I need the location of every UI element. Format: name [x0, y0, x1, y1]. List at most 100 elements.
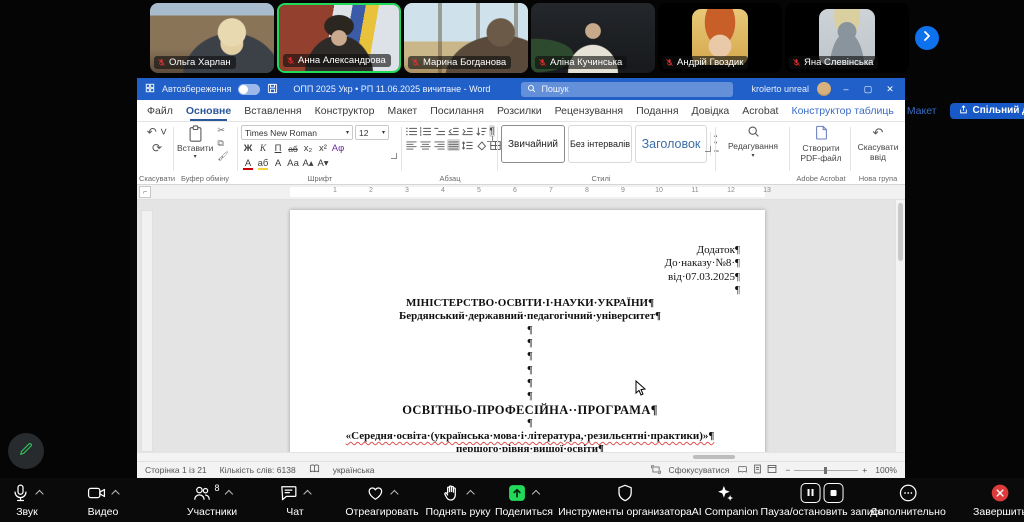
menu-tab[interactable]: Конструктор таблиць — [791, 105, 893, 117]
toolbar-item-mic[interactable]: Звук — [11, 478, 44, 522]
chevron-up-icon[interactable] — [226, 489, 233, 496]
save-icon[interactable] — [267, 83, 278, 96]
document-page[interactable]: Додаток¶ До·наказу·№8·¶ від·07.03.2025¶ ¶ МІ… — [290, 210, 765, 452]
annotate-button[interactable] — [8, 433, 44, 469]
menu-tab[interactable]: Подання — [636, 105, 678, 117]
menu-tab[interactable]: Файл — [147, 105, 173, 117]
subscript-icon[interactable]: x₂ — [301, 142, 315, 155]
style-card[interactable]: Звичайний — [501, 125, 565, 163]
align-left-icon[interactable] — [405, 139, 418, 151]
chevron-up-icon[interactable] — [392, 489, 399, 496]
close-button[interactable]: ✕ — [883, 84, 897, 95]
toolbar-item-chat[interactable]: Чат — [279, 478, 312, 522]
zoom-out-icon[interactable]: − — [785, 465, 790, 475]
toolbar-item-share-screen[interactable]: Поделиться — [495, 478, 553, 522]
language-indicator[interactable]: українська — [333, 465, 375, 475]
document-area[interactable]: Додаток¶ До·наказу·№8·¶ від·07.03.2025¶ ¶ МІ… — [137, 200, 905, 452]
align-center-icon[interactable] — [419, 139, 432, 151]
focus-label[interactable]: Сфокусуватися — [669, 465, 730, 475]
cut-icon[interactable]: ✂ — [217, 125, 228, 136]
toolbar-item-shield[interactable]: Инструменты организатора — [558, 478, 692, 522]
char-shading-icon[interactable]: А — [271, 157, 285, 170]
font-color-icon[interactable]: А — [241, 157, 255, 170]
underline-icon[interactable]: П — [271, 142, 285, 155]
autosave-toggle[interactable] — [238, 83, 261, 95]
menu-tab[interactable]: Розсилки — [497, 105, 542, 117]
proofing-icon[interactable] — [309, 464, 320, 476]
toolbar-item-more[interactable]: Дополнительно — [870, 478, 946, 522]
minimize-button[interactable]: – — [839, 84, 853, 94]
redo-icon[interactable]: ⟳ — [152, 141, 162, 155]
toolbar-item-sparkle[interactable]: AI Companion — [692, 478, 758, 522]
line-spacing-icon[interactable] — [461, 139, 474, 151]
strikethrough-icon[interactable]: аб — [286, 142, 300, 155]
toolbar-item-end-call[interactable]: Завершить — [973, 478, 1024, 522]
next-participants-button[interactable] — [915, 26, 939, 50]
paste-button[interactable]: Вставити ▾ — [177, 125, 213, 162]
menu-tab[interactable]: Макет — [907, 105, 937, 117]
editing-group[interactable]: Редагування ▾ — [719, 125, 787, 159]
tab-selector[interactable]: ⌐ — [139, 186, 151, 198]
font-size-select[interactable]: 12 ▾ — [355, 125, 389, 140]
participant-tile[interactable]: Анна Александрова — [277, 3, 401, 73]
horizontal-ruler[interactable]: ⌐ 1 2 3 4 5 6 7 8 9 10 11 12 13 — [137, 185, 905, 200]
style-card[interactable]: Без інтервалів — [568, 125, 632, 163]
user-avatar[interactable] — [817, 82, 831, 96]
chevron-up-icon[interactable] — [37, 489, 44, 496]
chevron-up-icon[interactable] — [533, 489, 540, 496]
menu-tab[interactable]: Конструктор — [315, 105, 375, 117]
toolbar-item-heart[interactable]: Отреагировать — [345, 478, 419, 522]
vertical-scrollbar[interactable] — [895, 200, 905, 452]
zoom-level[interactable]: 100% — [875, 465, 897, 475]
menu-tab[interactable]: Acrobat — [742, 105, 778, 117]
menu-tab[interactable]: Посилання — [430, 105, 484, 117]
toolbar-item-camera[interactable]: Видео — [87, 478, 120, 522]
zoom-slider[interactable]: − + — [785, 465, 867, 475]
style-card[interactable]: Заголовок — [635, 125, 707, 163]
highlight-icon[interactable]: аб — [256, 157, 270, 170]
copy-icon[interactable]: ⧉ — [217, 138, 228, 149]
horizontal-scrollbar[interactable] — [137, 452, 905, 461]
search-box[interactable]: Пошук — [521, 81, 734, 97]
font-name-select[interactable]: Times New Roman ▾ — [241, 125, 353, 140]
superscript-icon[interactable]: x² — [316, 142, 330, 155]
participant-tile[interactable]: Яна Слевінська — [785, 3, 909, 73]
bullet-list-icon[interactable] — [405, 125, 418, 137]
shrink-font-icon[interactable]: А▾ — [316, 157, 330, 170]
menu-tab[interactable]: Рецензування — [555, 105, 623, 117]
align-right-icon[interactable] — [433, 139, 446, 151]
web-layout-icon[interactable] — [767, 464, 777, 476]
chevron-up-icon[interactable] — [113, 489, 120, 496]
numbered-list-icon[interactable] — [419, 125, 432, 137]
bold-icon[interactable]: Ж — [241, 142, 255, 155]
menu-tab[interactable]: Макет — [387, 105, 417, 117]
toolbar-item-participants[interactable]: 8 Участники — [187, 478, 237, 522]
menu-tab[interactable]: Вставлення — [244, 105, 301, 117]
create-pdf-button[interactable]: Створити PDF-файл — [793, 125, 849, 163]
menu-tab[interactable]: Довідка — [692, 105, 730, 117]
zoom-in-icon[interactable]: + — [862, 465, 867, 475]
undo-input-button[interactable]: ↶ Скасувати ввід — [853, 125, 903, 162]
page-indicator[interactable]: Сторінка 1 із 21 — [145, 465, 207, 475]
restore-button[interactable]: ▢ — [861, 84, 875, 95]
read-mode-icon[interactable] — [737, 465, 748, 476]
text-effects-icon[interactable]: Аφ — [331, 142, 345, 155]
menu-tab[interactable]: Основне — [186, 105, 231, 121]
chevron-up-icon[interactable] — [305, 489, 312, 496]
styles-dialog-launcher[interactable] — [705, 146, 711, 152]
grow-font-icon[interactable]: А▴ — [301, 157, 315, 170]
increase-indent-icon[interactable] — [461, 125, 474, 137]
format-painter-icon[interactable]: 🖌 — [217, 151, 228, 162]
participant-tile[interactable]: Ольга Харлан — [150, 3, 274, 73]
toolbar-item-record-controls[interactable]: Пауза/остановить запись — [761, 478, 883, 522]
chevron-up-icon[interactable] — [468, 489, 475, 496]
toolbar-item-hand[interactable]: Поднять руку — [426, 478, 490, 522]
print-layout-icon[interactable] — [753, 464, 762, 476]
share-access-button[interactable]: Спільний доступ — [949, 102, 1024, 119]
participant-tile[interactable]: Марина Богданова — [404, 3, 528, 73]
participant-tile[interactable]: Андрій Гвоздик — [658, 3, 782, 73]
decrease-indent-icon[interactable] — [447, 125, 460, 137]
participant-tile[interactable]: Аліна Кучинська — [531, 3, 655, 73]
word-count[interactable]: Кількість слів: 6138 — [220, 465, 296, 475]
justify-icon[interactable] — [447, 139, 460, 151]
